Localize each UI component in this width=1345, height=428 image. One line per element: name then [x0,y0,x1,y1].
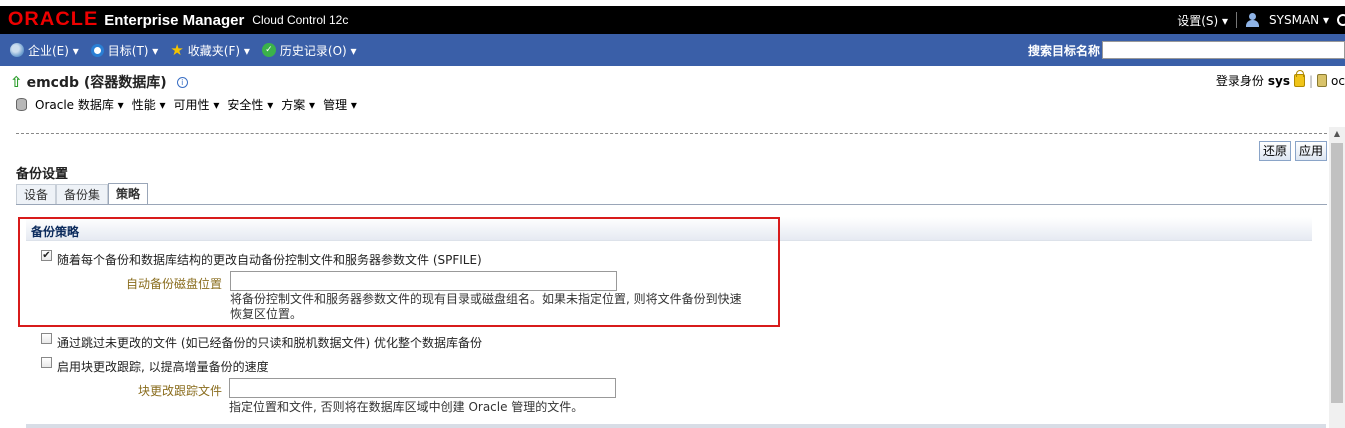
target-search: 搜索目标名称 [1028,34,1345,66]
divider: | [1309,73,1314,88]
user-icon [1245,13,1261,27]
page-title: emcdb (容器数据库) [26,75,167,91]
scroll-thumb[interactable] [1331,143,1343,403]
menu-enterprise[interactable]: 企业(E) ▾ [10,42,79,59]
autobackup-hint-1: 将备份控制文件和服务器参数文件的现有目录或磁盘组名。如果未指定位置, 则将文件备… [230,292,742,306]
restore-button[interactable]: 还原 [1258,141,1291,161]
search-label: 搜索目标名称 [1027,43,1100,58]
top-right-controls: 设置(S) ▾ SYSMAN ▾ [1177,6,1345,34]
skip-unchanged-checkbox[interactable] [41,333,52,344]
tab-bar: 设备 备份集 策略 [16,183,149,205]
menu-administration[interactable]: 管理 ▾ [323,96,357,113]
login-host: oc [1331,73,1345,88]
block-tracking-file-input[interactable] [229,378,616,398]
tab-devices[interactable]: 设备 [16,184,57,205]
login-user: sys [1267,73,1290,88]
separator [16,133,1327,134]
settings-menu[interactable]: 设置(S) ▾ [1177,12,1228,29]
info-icon[interactable]: i [176,76,188,88]
global-menu-bar: 企业(E) ▾ 目标(T) ▾ ★ 收藏夹(F) ▾ ✓ 历史记录(O) ▾ 搜… [0,34,1345,66]
menu-favorites[interactable]: ★ 收藏夹(F) ▾ [170,41,250,59]
menu-performance[interactable]: 性能 ▾ [132,96,166,113]
login-info: 登录身份 sys | oc [1215,70,1345,89]
search-input[interactable] [1102,41,1345,59]
app-subtitle: Cloud Control 12c [252,13,349,27]
next-section-header [26,424,1326,428]
enterprise-icon [10,43,24,57]
menu-availability[interactable]: 可用性 ▾ [174,96,220,113]
menu-oracle-database[interactable]: Oracle 数据库 ▾ [35,96,124,113]
block-tracking-checkbox[interactable] [41,357,52,368]
star-icon: ★ [170,41,184,59]
autobackup-location-label: 自动备份磁盘位置 [125,277,222,291]
apply-button[interactable]: 应用 [1294,141,1327,161]
block-tracking-file-label: 块更改跟踪文件 [137,384,222,398]
oracle-logo: ORACLE [7,9,99,30]
page-header: ⇧ emcdb (容器数据库) i [10,72,188,92]
history-icon: ✓ [261,43,276,57]
menu-security[interactable]: 安全性 ▾ [227,96,273,113]
login-label: 登录身份 [1215,74,1264,88]
target-icon [90,43,104,57]
menu-targets[interactable]: 目标(T) ▾ [90,42,159,59]
menu-favorites-label: 收藏夹(F) ▾ [187,43,250,58]
database-icon [16,98,27,111]
tab-underline [16,204,1327,205]
autobackup-label: 随着每个备份和数据库结构的更改自动备份控制文件和服务器参数文件 (SPFILE) [57,253,482,267]
section-title: 备份设置 [16,167,69,182]
database-icon [1317,74,1328,87]
tab-policy[interactable]: 策略 [108,183,149,205]
lock-icon [1294,70,1305,87]
menu-targets-label: 目标(T) ▾ [107,43,159,58]
autobackup-checkbox[interactable]: ✔ [41,250,52,261]
action-buttons: 还原 应用 [1258,141,1327,161]
app-title: Enterprise Manager [104,11,245,29]
scroll-up-icon[interactable]: ▲ [1329,127,1345,141]
user-menu[interactable]: SYSMAN ▾ [1269,13,1329,27]
autobackup-hint-2: 恢复区位置。 [230,307,303,321]
divider [1236,12,1238,28]
target-menu: Oracle 数据库 ▾ 性能 ▾ 可用性 ▾ 安全性 ▾ 方案 ▾ 管理 ▾ [16,96,357,113]
block-tracking-label: 启用块更改跟踪, 以提高增量备份的速度 [57,360,269,374]
top-bar: ORACLE Enterprise Manager Cloud Control … [0,6,1345,34]
menu-history-label: 历史记录(O) ▾ [279,43,357,58]
menu-enterprise-label: 企业(E) ▾ [28,43,79,58]
autobackup-location-input[interactable] [230,271,617,291]
help-icon[interactable] [1337,14,1345,26]
menu-history[interactable]: ✓ 历史记录(O) ▾ [261,42,357,59]
skip-unchanged-label: 通过跳过未更改的文件 (如已经备份的只读和脱机数据文件) 优化整个数据库备份 [57,336,482,350]
block-tracking-hint: 指定位置和文件, 否则将在数据库区域中创建 Oracle 管理的文件。 [229,400,584,414]
tab-backup-set[interactable]: 备份集 [56,184,109,205]
menu-schema[interactable]: 方案 ▾ [281,96,315,113]
vertical-scrollbar[interactable]: ▲ [1329,127,1345,428]
status-up-icon: ⇧ [10,73,23,91]
